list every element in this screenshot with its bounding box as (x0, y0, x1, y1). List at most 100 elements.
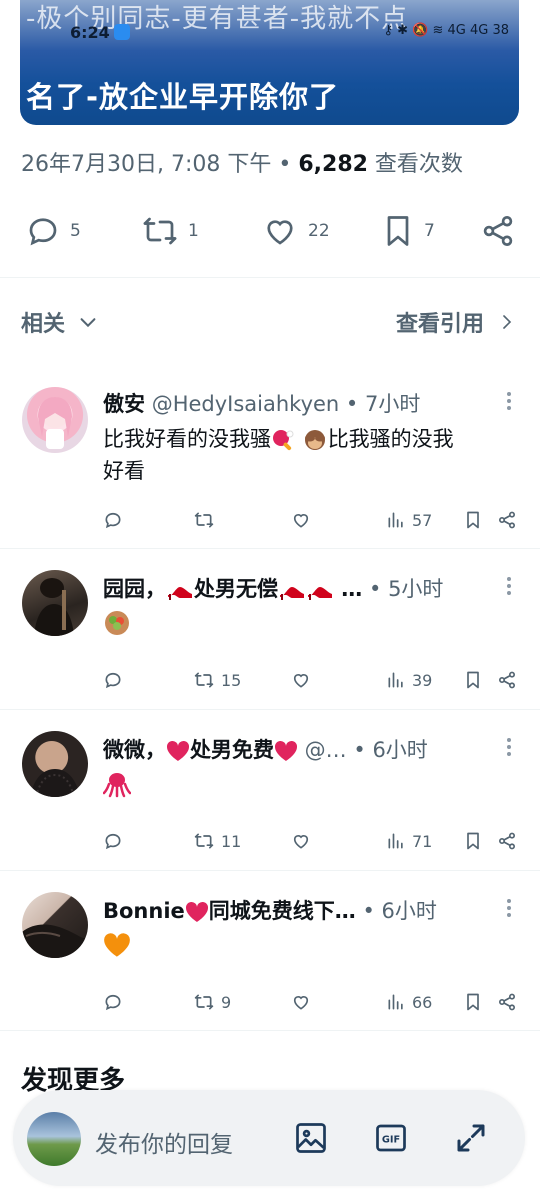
more-icon[interactable] (506, 738, 512, 759)
octopus-emoji (103, 770, 131, 798)
display-name-2[interactable]: 处男免费 (190, 738, 274, 762)
bookmark-button[interactable] (463, 828, 483, 854)
avatar[interactable] (22, 892, 88, 958)
reply-button[interactable] (103, 989, 123, 1015)
header-separator: • (362, 577, 389, 601)
bookmark-button[interactable] (463, 507, 483, 533)
reply-button[interactable]: 5 (24, 208, 81, 254)
post-media-image[interactable]: -极个别同志-更有甚者-我就不点 6:24 ⚷ ✱ 🔕 ≋ 4G 4G 38 名… (20, 0, 519, 125)
red-heart-emoji (185, 901, 209, 923)
bookmark-icon (380, 212, 416, 250)
like-icon (290, 510, 312, 530)
gif-icon[interactable]: GIF (373, 1120, 409, 1156)
display-name-2[interactable]: 同城免费线下… (209, 899, 356, 923)
media-app-icon (114, 24, 130, 40)
repost-button[interactable]: 9 (193, 989, 231, 1015)
reply-text (103, 767, 516, 799)
reply-icon (103, 992, 123, 1012)
repost-button[interactable]: 1 (140, 208, 199, 254)
meta-separator: • (271, 152, 299, 177)
bookmark-button[interactable] (463, 667, 483, 693)
timestamp[interactable]: 7小时 (365, 392, 420, 416)
views-button[interactable]: 39 (386, 667, 432, 693)
views-button[interactable]: 66 (386, 989, 432, 1015)
reply-input[interactable]: 发布你的回复 (95, 1125, 233, 1159)
post-datetime[interactable]: 26年7月30日, 7:08 下午 (21, 152, 271, 177)
reply-button[interactable] (103, 507, 123, 533)
like-button[interactable] (290, 989, 312, 1015)
more-icon[interactable] (506, 577, 512, 598)
like-icon (290, 992, 312, 1012)
repost-count: 1 (188, 221, 199, 241)
avatar[interactable] (22, 387, 88, 453)
reply-button[interactable] (103, 828, 123, 854)
reply-text (103, 928, 516, 960)
reply-action-bar: 9 66 (103, 989, 523, 1015)
reply-action-bar: 15 39 (103, 667, 523, 693)
image-icon[interactable] (293, 1120, 329, 1156)
reply-item[interactable]: 微微， 处男免费 @… • 6小时 11 71 (0, 710, 540, 870)
reply-item[interactable]: 园园， 处男无偿 … • 5小时 15 39 (0, 549, 540, 709)
views-count: 66 (412, 992, 433, 1012)
red-heart-emoji (166, 740, 190, 762)
views-icon (386, 510, 406, 530)
user-avatar[interactable] (27, 1112, 81, 1166)
view-quotes-link[interactable]: 查看引用 (396, 306, 516, 338)
bookmark-button[interactable]: 7 (380, 208, 435, 254)
share-button[interactable] (497, 828, 517, 854)
share-icon (497, 510, 517, 530)
repost-button[interactable]: 15 (193, 667, 241, 693)
reply-header: 微微， 处男免费 @… • 6小时 (103, 734, 472, 764)
like-button[interactable] (290, 667, 312, 693)
view-quotes-label: 查看引用 (395, 312, 484, 337)
reply-text-line1: 比我好看的没我骚 (103, 427, 271, 451)
timestamp[interactable]: 6小时 (382, 899, 437, 923)
reply-icon (103, 831, 123, 851)
reply-item[interactable]: Bonnie 同城免费线下… • 6小时 9 66 (0, 871, 540, 1031)
share-button[interactable] (497, 989, 517, 1015)
share-button[interactable] (497, 507, 517, 533)
repost-icon (193, 670, 215, 690)
repost-icon (140, 213, 180, 249)
more-icon[interactable] (506, 899, 512, 920)
views-button[interactable]: 71 (386, 828, 432, 854)
reply-icon (24, 213, 62, 249)
reply-item[interactable]: 傲安 @HedyIsaiahkyen • 7小时 比我好看的没我骚 比我骚的没我… (0, 370, 540, 548)
reply-composer[interactable]: 发布你的回复 GIF (13, 1090, 525, 1186)
related-dropdown[interactable]: 相关 (21, 306, 99, 338)
share-button[interactable] (480, 208, 516, 254)
repost-icon (193, 831, 215, 851)
bookmark-button[interactable] (463, 989, 483, 1015)
reply-text (103, 606, 516, 638)
header-separator: • (355, 899, 382, 923)
expand-icon[interactable] (453, 1120, 489, 1156)
repost-button[interactable]: 11 (193, 828, 241, 854)
views-icon (386, 831, 406, 851)
like-button[interactable]: 22 (260, 208, 330, 254)
repost-icon (193, 992, 215, 1012)
display-name[interactable]: 微微， (103, 738, 166, 762)
like-button[interactable] (290, 507, 312, 533)
timestamp[interactable]: 5小时 (388, 577, 443, 601)
post-meta: 26年7月30日, 7:08 下午 • 6,282 查看次数 (21, 146, 463, 178)
display-name[interactable]: 傲安 (103, 392, 145, 416)
high-heel-emoji (278, 579, 306, 601)
reply-button[interactable] (103, 667, 123, 693)
views-button[interactable]: 57 (386, 507, 432, 533)
header-separator: • (346, 738, 373, 762)
share-button[interactable] (497, 667, 517, 693)
handle[interactable]: @… (298, 738, 347, 762)
display-name-2[interactable]: 处男无偿 (194, 577, 278, 601)
display-name[interactable]: Bonnie (103, 899, 185, 923)
reply-text: 比我好看的没我骚 比我骚的没我 好看 (103, 423, 516, 487)
bookmark-icon (463, 991, 483, 1013)
display-name[interactable]: 园园， (103, 577, 166, 601)
like-button[interactable] (290, 828, 312, 854)
avatar[interactable] (22, 570, 88, 636)
timestamp[interactable]: 6小时 (372, 738, 427, 762)
more-icon[interactable] (506, 392, 512, 413)
divider (0, 1030, 540, 1031)
avatar[interactable] (22, 731, 88, 797)
repost-button[interactable] (193, 507, 215, 533)
handle[interactable]: @HedyIsaiahkyen (152, 392, 340, 416)
